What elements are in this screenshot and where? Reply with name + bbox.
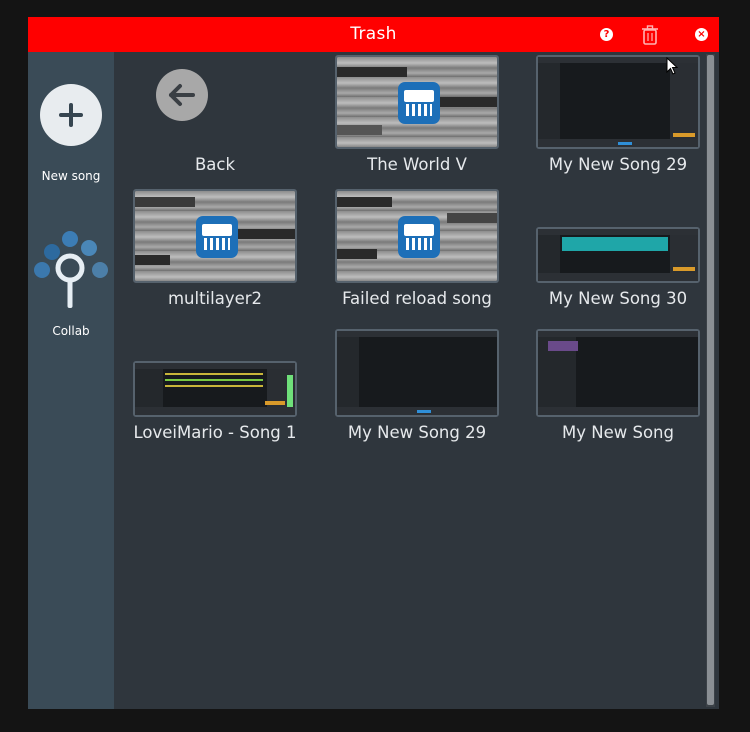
tile-label: My New Song 30 xyxy=(548,289,688,308)
tile-label: Back xyxy=(194,155,236,174)
song-tile[interactable]: My New Song 30 xyxy=(503,189,700,329)
tile-label: multilayer2 xyxy=(167,289,263,308)
app-icon xyxy=(398,82,440,124)
mouse-cursor-icon xyxy=(666,57,678,75)
trash-icon[interactable] xyxy=(639,24,661,46)
back-tile[interactable]: Back xyxy=(100,55,296,195)
song-tile[interactable]: My New Song xyxy=(503,323,700,463)
tile-label: The World V xyxy=(367,155,467,174)
collab-icon[interactable] xyxy=(32,230,110,312)
song-tile[interactable]: My New Song 29 xyxy=(503,55,700,195)
tile-label: My New Song xyxy=(562,423,674,442)
trash-window: Trash ? × New song Collab Back The World… xyxy=(28,17,719,709)
help-icon[interactable]: ? xyxy=(600,28,613,41)
tile-label: Failed reload song xyxy=(342,289,492,308)
window-title: Trash xyxy=(350,24,397,44)
song-thumbnail xyxy=(335,329,499,417)
song-tile[interactable]: My New Song 29 xyxy=(302,323,499,463)
song-thumbnail xyxy=(133,361,297,417)
song-thumbnail xyxy=(335,189,499,283)
song-thumbnail xyxy=(335,55,499,149)
back-arrow-icon xyxy=(156,69,208,121)
close-icon[interactable]: × xyxy=(695,28,708,41)
scrollbar[interactable] xyxy=(706,54,715,707)
app-icon xyxy=(398,216,440,258)
song-tile[interactable]: LoveiMario - Song 1 xyxy=(100,323,297,463)
new-song-button[interactable] xyxy=(40,84,102,146)
song-tile[interactable]: Failed reload song xyxy=(302,189,499,329)
tile-label: My New Song 29 xyxy=(548,155,688,174)
app-icon xyxy=(196,216,238,258)
scrollbar-thumb[interactable] xyxy=(707,55,714,705)
song-tile[interactable]: multilayer2 xyxy=(100,189,297,329)
tile-label: LoveiMario - Song 1 xyxy=(133,423,297,442)
song-tile[interactable]: The World V xyxy=(302,55,499,195)
tile-label: My New Song 29 xyxy=(347,423,487,442)
song-thumbnail xyxy=(536,227,700,283)
song-thumbnail xyxy=(536,329,700,417)
title-bar: Trash ? × xyxy=(28,17,719,52)
song-thumbnail xyxy=(133,189,297,283)
